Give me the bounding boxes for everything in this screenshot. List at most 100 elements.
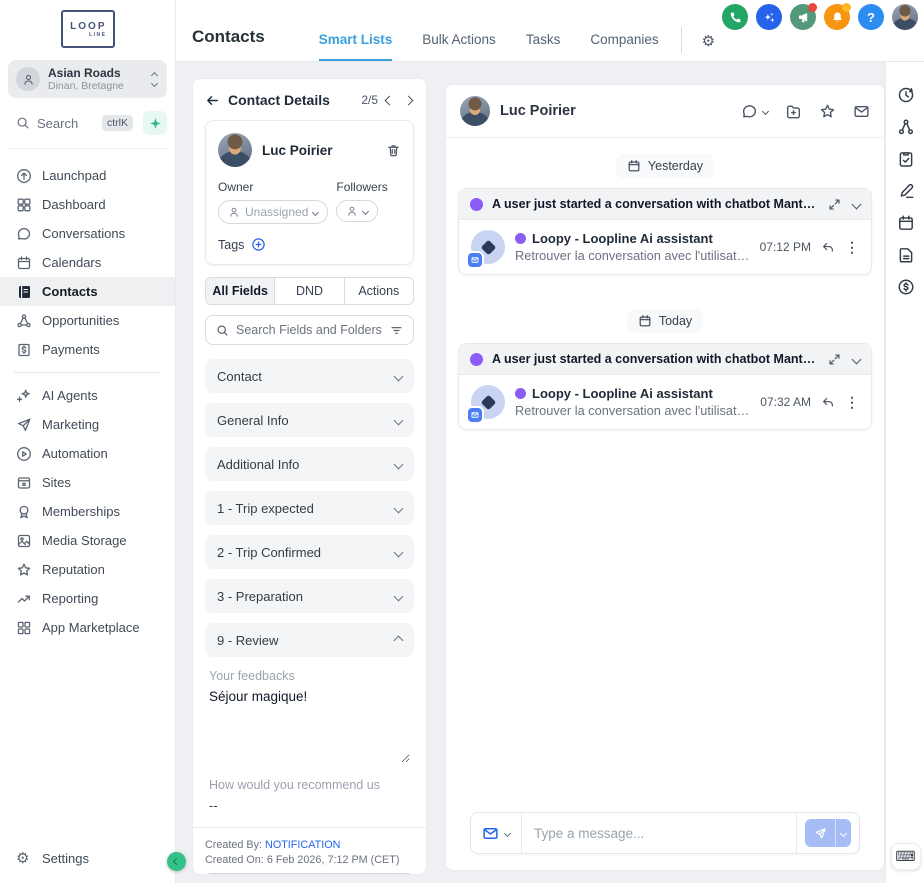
message-row[interactable]: Loopy - Loopline Ai assistant Retrouver … [459, 375, 871, 429]
opportunities-icon [16, 313, 32, 329]
sidebar-item-app-marketplace[interactable]: App Marketplace [0, 613, 175, 642]
announcements-button[interactable] [790, 3, 817, 30]
tab-all-fields[interactable]: All Fields [206, 278, 275, 304]
bot-avatar [468, 230, 505, 267]
tasks-clipboard-icon[interactable] [897, 150, 915, 168]
documents-icon[interactable] [897, 246, 915, 264]
history-icon[interactable] [897, 86, 915, 104]
send-options-button[interactable] [835, 819, 851, 847]
chevron-down-icon[interactable] [851, 199, 862, 209]
sidebar-item-sites[interactable]: Sites [0, 468, 175, 497]
gear-icon: ⚙ [16, 849, 30, 867]
fields-search-input[interactable] [236, 323, 383, 337]
chevron-down-icon [312, 208, 320, 216]
add-to-folder-button[interactable] [785, 103, 802, 120]
message-input[interactable] [522, 813, 796, 853]
section-contact[interactable]: Contact [205, 359, 414, 393]
tab-dnd[interactable]: DND [274, 278, 344, 304]
purple-status-dot [470, 352, 483, 366]
sidebar-item-memberships[interactable]: Memberships [0, 497, 175, 526]
followers-label: Followers [336, 180, 388, 194]
activity-header[interactable]: A user just started a conversation with … [459, 189, 871, 220]
sidebar-item-contacts[interactable]: Contacts [0, 277, 175, 306]
org-switcher[interactable]: Asian Roads Dinan, Bretagne [8, 60, 167, 98]
global-search-input[interactable]: Search ctrlK [8, 110, 137, 136]
back-arrow-icon[interactable] [205, 93, 220, 108]
sidebar-item-opportunities[interactable]: Opportunities [0, 306, 175, 335]
notes-pen-icon[interactable] [897, 182, 915, 200]
activity-title: A user just started a conversation with … [492, 197, 819, 211]
conversation-contact-name: Luc Poirier [500, 103, 576, 119]
contact-avatar [460, 96, 490, 126]
review-section-body: Your feedbacks Séjour magique! How would… [193, 657, 426, 827]
help-button[interactable]: ? [858, 4, 884, 30]
tab-tasks[interactable]: Tasks [526, 32, 561, 61]
sidebar-item-launchpad[interactable]: Launchpad [0, 161, 175, 190]
notifications-bell-button[interactable] [824, 3, 851, 30]
ai-sparkle-button[interactable] [756, 4, 782, 30]
sidebar-collapse-button[interactable] [167, 852, 186, 871]
payments-dollar-icon[interactable] [897, 278, 915, 296]
sidebar-item-ai-agents[interactable]: AI Agents [0, 381, 175, 410]
section-preparation[interactable]: 3 - Preparation [205, 579, 414, 613]
search-icon [16, 116, 30, 130]
sidebar-item-settings[interactable]: ⚙ Settings [0, 844, 175, 873]
sidebar-item-marketing[interactable]: Marketing [0, 410, 175, 439]
followers-select[interactable] [336, 200, 379, 222]
ai-spark-button[interactable] [143, 111, 167, 135]
section-additional-info[interactable]: Additional Info [205, 447, 414, 481]
user-avatar[interactable] [892, 4, 918, 30]
more-options-icon[interactable]: ⋮ [845, 240, 859, 254]
top-header: Contacts Smart Lists Bulk Actions Tasks … [176, 0, 924, 62]
section-review[interactable]: 9 - Review [205, 623, 414, 657]
sidebar-item-automation[interactable]: Automation [0, 439, 175, 468]
expand-icon[interactable] [828, 353, 841, 366]
conversation-type-dropdown[interactable] [741, 103, 770, 120]
chevron-down-icon [362, 207, 370, 215]
created-by-link[interactable]: NOTIFICATION [265, 839, 340, 851]
send-button[interactable] [805, 819, 851, 847]
next-contact-button[interactable] [403, 95, 414, 105]
activity-header[interactable]: A user just started a conversation with … [459, 344, 871, 375]
section-general-info[interactable]: General Info [205, 403, 414, 437]
message-time: 07:12 PM [759, 240, 811, 254]
message-row[interactable]: Loopy - Loopline Ai assistant Retrouver … [459, 220, 871, 274]
tab-smart-lists[interactable]: Smart Lists [318, 32, 393, 61]
contacts-settings-gear-icon[interactable]: ⚙ [702, 34, 715, 61]
sidebar-item-conversations[interactable]: Conversations [0, 219, 175, 248]
reply-icon[interactable] [821, 240, 835, 254]
sidebar-item-media-storage[interactable]: Media Storage [0, 526, 175, 555]
reply-icon[interactable] [821, 395, 835, 409]
tab-bulk-actions[interactable]: Bulk Actions [422, 32, 496, 61]
tab-actions[interactable]: Actions [343, 278, 413, 304]
keyboard-shortcuts-button[interactable]: ⌨ [890, 843, 921, 870]
filter-icon[interactable] [390, 324, 403, 337]
owner-select[interactable]: Unassigned [218, 200, 329, 224]
expand-icon[interactable] [828, 198, 841, 211]
contact-name: Luc Poirier [262, 142, 333, 158]
search-icon [216, 324, 229, 337]
sidebar-item-dashboard[interactable]: Dashboard [0, 190, 175, 219]
logo-text: LOOP [70, 20, 107, 32]
add-tag-button[interactable] [251, 237, 266, 252]
section-trip-expected[interactable]: 1 - Trip expected [205, 491, 414, 525]
audit-logs-button[interactable]: Audit Logs [205, 873, 414, 874]
phone-button[interactable] [722, 4, 748, 30]
prev-contact-button[interactable] [384, 95, 395, 105]
email-button[interactable] [853, 103, 870, 120]
appointments-calendar-icon[interactable] [897, 214, 915, 232]
sidebar-item-reporting[interactable]: Reporting [0, 584, 175, 613]
integrations-icon[interactable] [897, 118, 915, 136]
delete-contact-button[interactable] [386, 143, 401, 158]
sidebar-item-payments[interactable]: Payments [0, 335, 175, 364]
sidebar-item-calendars[interactable]: Calendars [0, 248, 175, 277]
tab-companies[interactable]: Companies [590, 32, 658, 61]
chevron-down-icon[interactable] [851, 354, 862, 364]
channel-select[interactable] [471, 813, 522, 853]
feedback-textarea[interactable]: Séjour magique! [209, 689, 410, 763]
section-trip-confirmed[interactable]: 2 - Trip Confirmed [205, 535, 414, 569]
sidebar-item-reputation[interactable]: Reputation [0, 555, 175, 584]
chevron-down-icon [393, 371, 404, 381]
more-options-icon[interactable]: ⋮ [845, 395, 859, 409]
favorite-button[interactable] [819, 103, 836, 120]
